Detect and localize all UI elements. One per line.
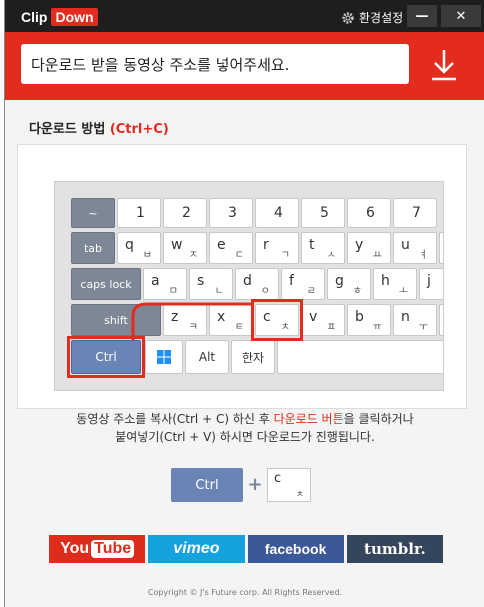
instructions-line1: 동영상 주소를 복사(Ctrl + C) 하신 후 다운로드 버튼을 클릭하거나 (76, 412, 414, 426)
combo-ctrl-key: Ctrl (171, 468, 243, 502)
key-m (439, 304, 443, 336)
key-6: 6 (347, 198, 391, 228)
combo-plus: + (247, 474, 263, 495)
key-tab: tab (71, 232, 115, 264)
key-v: vㅍ (301, 304, 345, 336)
facebook-logo[interactable]: facebook (247, 535, 344, 563)
key-t: tㅅ (301, 232, 345, 264)
close-icon: ✕ (455, 8, 467, 24)
key-3: 3 (209, 198, 253, 228)
tumblr-logo[interactable]: tumblr. (346, 535, 443, 563)
url-bar: 다운로드 받을 동영상 주소를 넣어주세요. (5, 32, 484, 100)
youtube-logo[interactable]: You Tube (49, 535, 146, 563)
key-j: jㅓ (419, 268, 443, 300)
key-b: bㅠ (347, 304, 391, 336)
howto-title: 다운로드 방법 (29, 122, 106, 137)
key-q: qㅂ (117, 232, 161, 264)
logo-down: Down (51, 8, 98, 26)
key-win (145, 340, 183, 374)
supported-sites: You Tube vimeo facebook tumblr. (49, 535, 443, 563)
c-key-highlight (251, 299, 303, 341)
combo-c-key: c ㅊ (267, 468, 311, 502)
vimeo-logo[interactable]: vimeo (148, 535, 245, 563)
key-tilde: ~ (71, 198, 115, 228)
key-r: rㄱ (255, 232, 299, 264)
key-2: 2 (163, 198, 207, 228)
ctrl-highlight (67, 336, 145, 378)
key-space (277, 340, 443, 374)
howto-heading: 다운로드 방법 (Ctrl+C) (29, 118, 169, 137)
app-logo: Clip Down (21, 8, 98, 26)
download-icon[interactable] (429, 48, 459, 82)
key-f: fㄹ (281, 268, 325, 300)
key-4: 4 (255, 198, 299, 228)
url-input[interactable]: 다운로드 받을 동영상 주소를 넣어주세요. (21, 44, 409, 84)
instructions-line2: 붙여넣기(Ctrl + V) 하시면 다운로드가 진행됩니다. (115, 430, 375, 444)
key-alt: Alt (185, 340, 229, 374)
key-7: 7 (393, 198, 437, 228)
keyboard-illustration: ~ 1 2 3 4 5 6 7 tab qㅂ wㅈ eㄷ rㄱ tㅅ yㅛ uㅕ… (54, 181, 444, 391)
close-button[interactable]: ✕ (441, 5, 481, 27)
key-h: hㅗ (373, 268, 417, 300)
logo-clip: Clip (21, 9, 48, 25)
howto-panel: ~ 1 2 3 4 5 6 7 tab qㅂ wㅈ eㄷ rㄱ tㅅ yㅛ uㅕ… (17, 144, 467, 409)
connector-line (131, 302, 253, 340)
download-button-ref: 다운로드 버튼 (273, 412, 344, 426)
app-window: Clip Down 환경설정 — ✕ 다운로드 받을 동영상 주소를 넣어주세요… (4, 0, 484, 607)
minimize-button[interactable]: — (407, 5, 437, 27)
key-hanja: 한자 (231, 340, 275, 374)
key-n: nㅜ (393, 304, 437, 336)
url-placeholder: 다운로드 받을 동영상 주소를 넣어주세요. (31, 55, 290, 74)
copyright: Copyright © J's Future corp. All Rights … (147, 588, 343, 597)
key-g: gㅎ (327, 268, 371, 300)
key-i: i (439, 232, 443, 264)
key-e: eㄷ (209, 232, 253, 264)
windows-icon (157, 350, 171, 364)
key-u: uㅕ (393, 232, 437, 264)
key-y: yㅛ (347, 232, 391, 264)
key-w: wㅈ (163, 232, 207, 264)
gear-icon (342, 11, 354, 24)
minimize-icon: — (415, 8, 429, 24)
instructions: 동영상 주소를 복사(Ctrl + C) 하신 후 다운로드 버튼을 클릭하거나… (5, 410, 484, 446)
key-1: 1 (117, 198, 161, 228)
title-bar[interactable]: Clip Down 환경설정 — ✕ (5, 0, 484, 32)
settings-button[interactable]: 환경설정 (341, 9, 403, 26)
key-5: 5 (301, 198, 345, 228)
settings-label: 환경설정 (359, 11, 404, 25)
howto-shortcut: (Ctrl+C) (109, 122, 169, 137)
